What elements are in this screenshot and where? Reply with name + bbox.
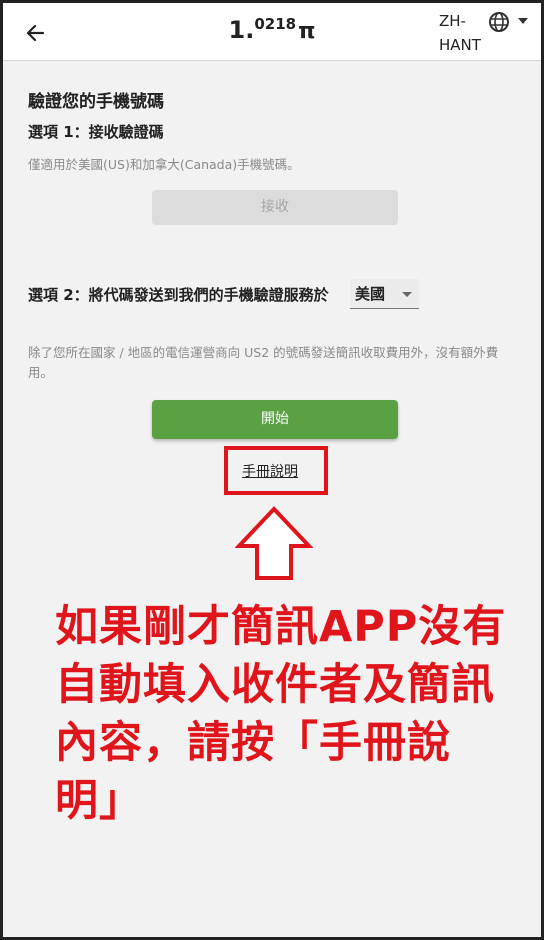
option1-heading: 選項 1：接收驗證碼 [28, 123, 164, 141]
start-button[interactable]: 開始 [152, 400, 398, 439]
option1-note: 僅適用於美國(US)和加拿大(Canada)手機號碼。 [28, 157, 300, 172]
pi-symbol: π [298, 19, 316, 44]
top-bar: 1.0218π ZH-HANT [3, 3, 541, 61]
app-frame: 1.0218π ZH-HANT 驗證您的手機號碼 選項 1：接收驗證碼 僅適用於… [0, 0, 544, 940]
annotation-text: 如果剛才簡訊APP沒有自動填入收件者及簡訊內容，請按「手冊說明」 [55, 602, 507, 826]
country-value: 美國 [355, 285, 386, 303]
dropdown-arrow-icon [402, 292, 412, 297]
option2-heading: 選項 2：將代碼發送到我們的手機驗證服務於 [28, 286, 329, 304]
manual-instructions-link[interactable]: 手冊說明 [242, 461, 298, 481]
language-label[interactable]: ZH-HANT [439, 9, 481, 57]
globe-icon[interactable] [488, 11, 510, 33]
receive-button[interactable]: 接收 [152, 190, 398, 225]
option2-note: 除了您所在國家 / 地區的電信運營商向 US2 的號碼發送簡訊收取費用外，沒有額… [28, 345, 499, 380]
balance-fraction: 0218 [254, 15, 297, 33]
caret-down-icon[interactable] [518, 18, 528, 24]
up-arrow-annotation-icon [234, 506, 314, 582]
balance-integer: 1. [228, 16, 255, 44]
country-select[interactable]: 美國 [350, 279, 419, 309]
page-title: 驗證您的手機號碼 [28, 92, 164, 112]
